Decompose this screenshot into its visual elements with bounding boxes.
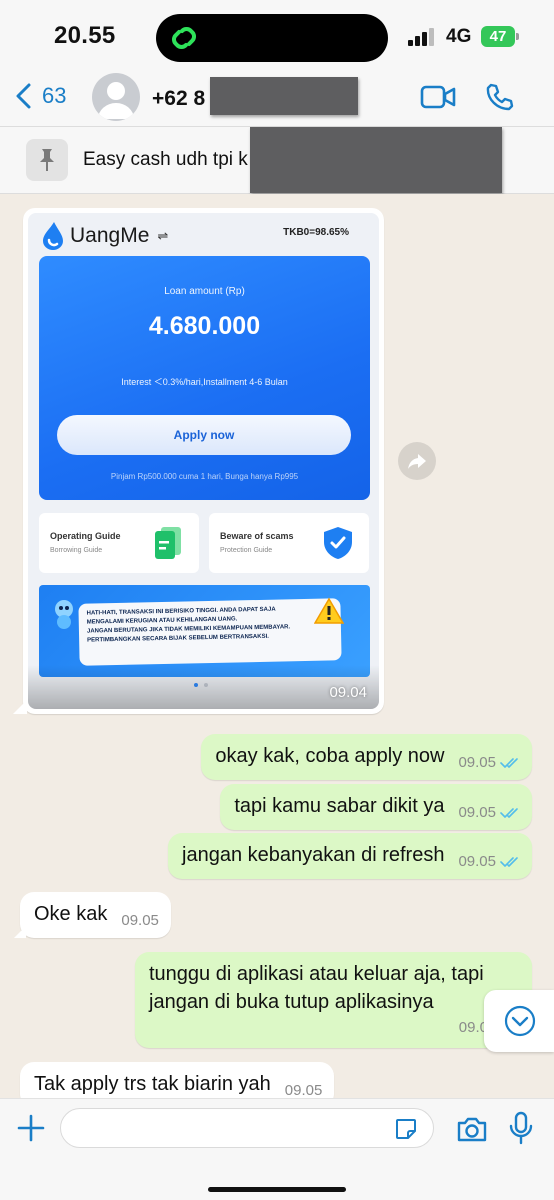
loan-card: Loan amount (Rp) 4.680.000 Interest ＜0.3… — [39, 256, 370, 500]
outgoing-message[interactable]: tapi kamu sabar dikit ya 09.05 — [220, 784, 532, 830]
forward-arrow-icon — [408, 454, 426, 469]
water-drop-logo-icon — [43, 222, 63, 250]
bubble-tail — [14, 926, 26, 938]
message-timestamp: 09.05 — [458, 754, 520, 771]
unread-count: 63 — [42, 83, 67, 108]
redaction-block — [210, 77, 358, 115]
message-text-line: tunggu di aplikasi atau keluar aja, tapi — [149, 963, 484, 985]
message-timestamp: 09.05 — [284, 1082, 323, 1098]
microphone-icon[interactable] — [508, 1111, 534, 1145]
cellular-signal-icon — [408, 28, 438, 46]
shield-check-icon — [324, 527, 352, 559]
dynamic-island — [156, 14, 388, 62]
outgoing-message[interactable]: tunggu di aplikasi atau keluar aja, tapi… — [135, 952, 532, 1048]
read-ticks-icon — [500, 808, 518, 818]
contact-name[interactable]: +62 8 — [152, 87, 205, 111]
person-icon — [98, 82, 134, 119]
mascot-icon — [55, 600, 73, 629]
message-text: okay kak, coba apply now — [215, 745, 445, 767]
chat-area[interactable]: UangMe ⇌ TKB0=98.65% Loan amount (Rp) 4.… — [0, 194, 554, 1098]
warning-triangle-icon — [314, 597, 344, 624]
pin-icon-box — [26, 139, 68, 181]
status-time: 20.55 — [54, 22, 116, 49]
pin-icon — [40, 149, 54, 171]
document-icon — [155, 527, 181, 559]
status-bar: 20.55 4G 47 — [0, 0, 554, 72]
apply-now-button: Apply now — [57, 415, 351, 455]
incoming-message[interactable]: Tak apply trs tak biarin yah 09.05 — [20, 1062, 335, 1098]
message-timestamp: 09.05 — [121, 912, 159, 929]
guide-subtitle: Borrowing Guide — [50, 547, 103, 554]
scroll-to-bottom-button[interactable] — [484, 990, 554, 1052]
swap-icon: ⇌ — [157, 228, 169, 243]
warning-banner: HATI-HATI, TRANSAKSI INI BERISIKO TINGGI… — [39, 585, 370, 677]
shared-screenshot: UangMe ⇌ TKB0=98.65% Loan amount (Rp) 4.… — [28, 213, 379, 709]
message-text: Tak apply trs tak biarin yah — [34, 1073, 271, 1095]
phone-call-icon[interactable] — [484, 82, 514, 112]
brand-name: UangMe — [70, 224, 150, 247]
message-timestamp: 09.04 — [329, 684, 367, 701]
scam-subtitle: Protection Guide — [220, 547, 273, 554]
link-activity-icon — [172, 27, 196, 49]
camera-icon[interactable] — [456, 1115, 488, 1143]
battery-indicator: 47 — [481, 26, 519, 47]
loan-amount-label: Loan amount (Rp) — [164, 286, 245, 297]
message-text: jangan kebanyakan di refresh — [182, 844, 445, 866]
redaction-block — [250, 127, 502, 193]
message-input[interactable] — [60, 1108, 434, 1148]
message-input-bar — [0, 1098, 554, 1200]
home-indicator — [208, 1187, 346, 1192]
pinned-message-bar[interactable]: Easy cash udh tpi k s,... — [0, 126, 554, 194]
loan-footnote: Pinjam Rp500.000 cuma 1 hari, Bunga hany… — [110, 472, 299, 481]
chat-header: 63 +62 8 — [0, 72, 554, 126]
outgoing-message[interactable]: okay kak, coba apply now 09.05 — [201, 734, 532, 780]
message-timestamp: 09.05 — [458, 804, 520, 821]
interest-text: Interest ＜0.3%/hari,Installment 4-6 Bula… — [121, 377, 288, 387]
operating-guide-card: Operating Guide Borrowing Guide — [39, 513, 199, 573]
chevron-left-icon — [16, 83, 31, 109]
outgoing-message[interactable]: jangan kebanyakan di refresh 09.05 — [168, 833, 532, 879]
loan-amount: 4.680.000 — [148, 312, 261, 340]
app-brand: UangMe ⇌ — [40, 221, 168, 251]
avatar[interactable] — [92, 73, 140, 121]
message-text: tapi kamu sabar dikit ya — [234, 795, 445, 817]
scam-title: Beware of scams — [220, 531, 294, 541]
image-message[interactable]: UangMe ⇌ TKB0=98.65% Loan amount (Rp) 4.… — [13, 208, 384, 714]
beware-scams-card: Beware of scams Protection Guide — [209, 513, 369, 573]
bubble-tail — [13, 700, 27, 714]
network-type: 4G — [446, 26, 472, 47]
forward-button[interactable] — [398, 442, 436, 480]
message-text-line: jangan di buka tutup aplikasinya — [149, 991, 434, 1013]
read-ticks-icon — [500, 758, 518, 768]
read-ticks-icon — [500, 857, 518, 867]
chevron-down-circle-icon — [504, 1005, 536, 1037]
message-timestamp: 09.05 — [458, 853, 520, 870]
back-button[interactable]: 63 — [14, 82, 66, 110]
message-text: Oke kak — [34, 903, 108, 925]
guide-title: Operating Guide — [50, 531, 121, 541]
warning-text-card: HATI-HATI, TRANSAKSI INI BERISIKO TINGGI… — [78, 598, 342, 666]
tkb-rate: TKB0=98.65% — [283, 227, 349, 238]
plus-icon[interactable] — [16, 1113, 46, 1143]
incoming-message[interactable]: Oke kak 09.05 — [14, 892, 171, 938]
sticker-icon[interactable] — [394, 1117, 418, 1141]
video-call-icon[interactable] — [420, 84, 456, 110]
